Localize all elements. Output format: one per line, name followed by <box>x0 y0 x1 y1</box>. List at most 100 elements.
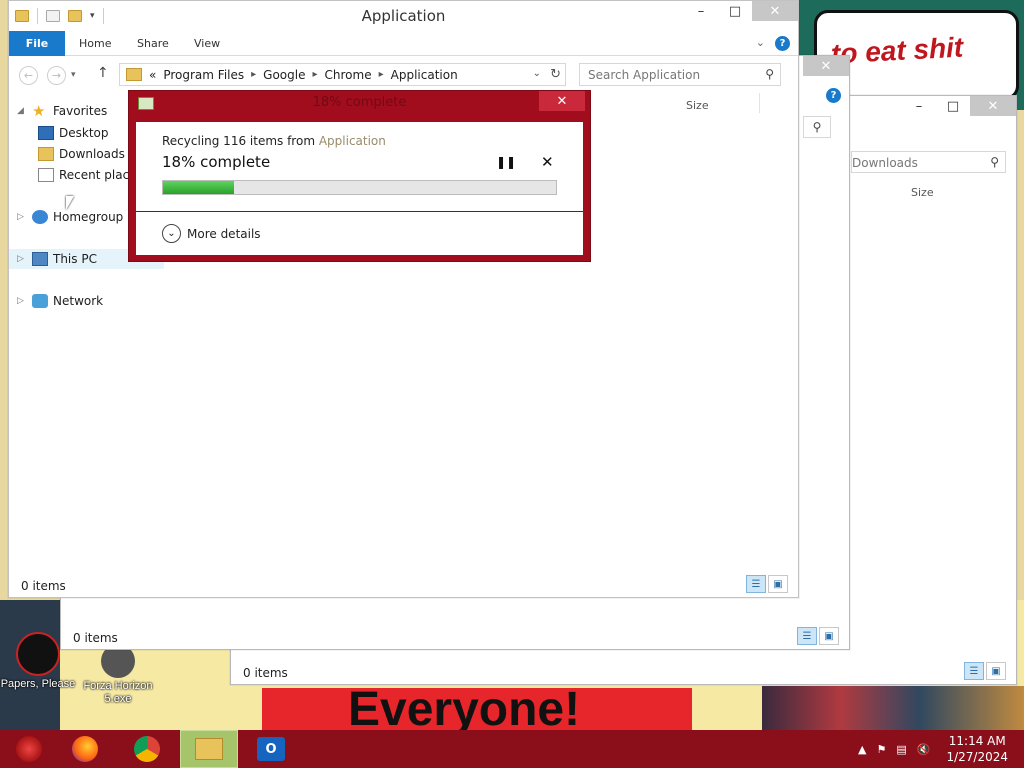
desktop-icon-label: Papers, Please <box>0 678 76 690</box>
chevron-down-icon: ⌄ <box>162 224 181 243</box>
refresh-icon[interactable]: ↻ <box>550 67 561 82</box>
search-input[interactable]: Search Application ⚲ <box>579 63 781 86</box>
help-icon[interactable]: ? <box>775 36 790 51</box>
desktop-icon <box>38 126 54 140</box>
details-view-icon[interactable]: ☰ <box>797 627 817 645</box>
view-switcher: ☰ ▣ <box>964 662 1006 680</box>
search-icon: ⚲ <box>765 67 774 81</box>
nav-label: Desktop <box>59 126 109 140</box>
nav-label: Favorites <box>53 104 108 118</box>
column-divider[interactable] <box>759 93 760 113</box>
nav-item-favorites[interactable]: ◢ ★ Favorites <box>17 104 108 119</box>
wallpaper-banner-text: Everyone! <box>348 683 581 736</box>
breadcrumb-overflow[interactable]: « <box>149 68 156 82</box>
large-icons-view-icon[interactable]: ▣ <box>819 627 839 645</box>
nav-item-network[interactable]: ▷ Network <box>17 294 103 308</box>
close-button[interactable]: ✕ <box>752 1 798 21</box>
item-count: 0 items <box>21 579 66 593</box>
pause-icon[interactable]: ❚❚ <box>496 155 516 169</box>
network-status-icon[interactable]: ▤ <box>896 743 906 756</box>
breadcrumb-application[interactable]: Application <box>391 68 458 82</box>
close-button[interactable]: ✕ <box>970 96 1016 116</box>
column-header-size[interactable]: Size <box>686 99 709 112</box>
search-icon[interactable]: ⚲ <box>803 116 831 138</box>
nav-item-homegroup[interactable]: ▷ Homegroup <box>17 210 123 224</box>
expand-arrow-icon[interactable]: ▷ <box>17 254 27 264</box>
computer-icon <box>32 252 48 266</box>
window-caption-buttons: – □ ✕ <box>902 96 1016 116</box>
details-view-icon[interactable]: ☰ <box>964 662 984 680</box>
file-explorer-icon <box>195 738 223 760</box>
breadcrumb-separator-icon[interactable]: ▸ <box>379 69 384 80</box>
title-bar[interactable]: ▾ Application – □ ✕ <box>9 1 798 31</box>
cancel-icon[interactable]: ✕ <box>541 153 554 171</box>
navigation-bar: ← → ▾ ↑ « Program Files ▸ Google ▸ Chrom… <box>9 58 798 90</box>
ribbon-tabs: File Home Share View ⌄ ? <box>9 31 798 56</box>
tab-home[interactable]: Home <box>79 31 111 56</box>
item-count: 0 items <box>73 631 118 645</box>
maximize-button[interactable]: □ <box>936 96 970 116</box>
network-icon <box>32 294 48 308</box>
breadcrumb-google[interactable]: Google <box>263 68 305 82</box>
breadcrumb-chrome[interactable]: Chrome <box>325 68 372 82</box>
breadcrumb-program-files[interactable]: Program Files <box>163 68 244 82</box>
window-title: Application <box>361 7 446 25</box>
address-dropdown-icon[interactable]: ⌄ <box>533 68 541 79</box>
start-icon <box>16 736 42 762</box>
action-center-icon[interactable]: ⚑ <box>876 743 886 756</box>
dialog-close-button[interactable]: ✕ <box>539 91 585 111</box>
outlook-icon: O <box>257 737 285 761</box>
clock[interactable]: 11:14 AM 1/27/2024 <box>946 733 1008 765</box>
start-button[interactable] <box>0 730 58 768</box>
show-hidden-icons-icon[interactable]: ▲ <box>858 743 866 756</box>
tab-file[interactable]: File <box>9 31 65 56</box>
recent-locations-icon[interactable]: ▾ <box>71 70 76 80</box>
minimize-button[interactable]: – <box>684 1 718 21</box>
nav-label: This PC <box>53 252 97 266</box>
desktop-icon-forza-horizon[interactable]: Forza Horizon 5.exe <box>78 644 158 706</box>
taskbar-firefox[interactable] <box>56 730 114 768</box>
system-tray: ▲ ⚑ ▤ 🔇 11:14 AM 1/27/2024 <box>858 730 1024 768</box>
address-bar[interactable]: « Program Files ▸ Google ▸ Chrome ▸ Appl… <box>119 63 566 86</box>
breadcrumb-separator-icon[interactable]: ▸ <box>251 69 256 80</box>
source-folder-link[interactable]: Application <box>319 134 386 148</box>
taskbar-chrome[interactable] <box>118 730 176 768</box>
nav-item-downloads[interactable]: Downloads <box>38 147 125 161</box>
search-icon: ⚲ <box>990 155 999 169</box>
search-placeholder: Search Application <box>588 68 701 82</box>
tab-view[interactable]: View <box>194 31 220 56</box>
back-button[interactable]: ← <box>19 66 38 85</box>
expand-arrow-icon[interactable]: ▷ <box>17 296 27 306</box>
breadcrumb-separator-icon[interactable]: ▸ <box>312 69 317 80</box>
minimize-button[interactable]: – <box>902 96 936 116</box>
column-header-size[interactable]: Size <box>911 186 934 199</box>
collapse-arrow-icon[interactable]: ◢ <box>17 106 27 116</box>
nav-item-desktop[interactable]: Desktop <box>38 126 109 140</box>
taskbar-file-explorer[interactable] <box>180 730 238 768</box>
forward-button[interactable]: → <box>47 66 66 85</box>
large-icons-view-icon[interactable]: ▣ <box>986 662 1006 680</box>
status-bar: 0 items <box>231 660 1016 684</box>
view-switcher: ☰ ▣ <box>746 575 788 593</box>
maximize-button[interactable]: □ <box>718 1 752 21</box>
delete-progress-dialog[interactable]: 18% complete ✕ Recycling 116 items from … <box>128 90 591 262</box>
desktop-icon-label: Forza Horizon 5.exe <box>83 680 153 705</box>
large-icons-view-icon[interactable]: ▣ <box>768 575 788 593</box>
volume-muted-icon[interactable]: 🔇 <box>917 743 931 756</box>
search-placeholder: Downloads <box>852 156 918 170</box>
help-icon[interactable]: ? <box>826 88 841 103</box>
dialog-title: 18% complete <box>312 95 407 110</box>
expand-ribbon-icon[interactable]: ⌄ <box>756 36 765 51</box>
expand-arrow-icon[interactable]: ▷ <box>17 212 27 222</box>
view-switcher: ☰ ▣ <box>797 627 839 645</box>
search-input[interactable]: Downloads ⚲ <box>851 151 1006 173</box>
wallpaper-banner: Everyone! <box>262 683 692 736</box>
more-details-button[interactable]: ⌄ More details <box>162 224 261 243</box>
taskbar-outlook[interactable]: O <box>242 730 300 768</box>
window-caption-buttons: – □ ✕ <box>684 1 798 21</box>
tab-share[interactable]: Share <box>137 31 169 56</box>
up-button[interactable]: ↑ <box>97 65 109 81</box>
close-button[interactable]: ✕ <box>803 56 849 76</box>
nav-label: Network <box>53 294 104 308</box>
details-view-icon[interactable]: ☰ <box>746 575 766 593</box>
